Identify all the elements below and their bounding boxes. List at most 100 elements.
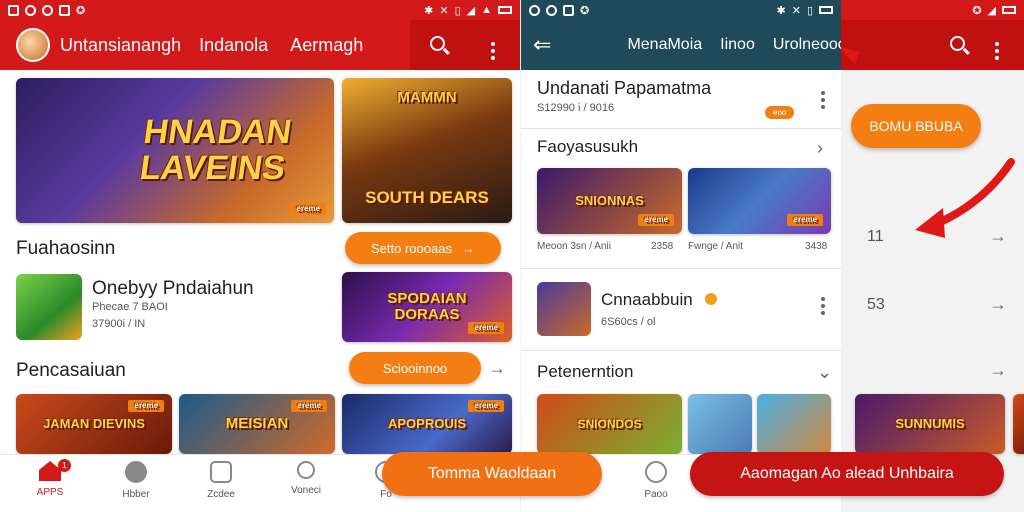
app-name: Onebyy Pndaiahun: [92, 278, 254, 299]
signal-icon: ▲: [481, 4, 492, 16]
search-icon[interactable]: [422, 35, 454, 56]
list-title: Undanati Papamatma: [537, 78, 712, 98]
secondary-action-button[interactable]: Aaomagan Ao alead Unhbaira: [690, 452, 1004, 496]
game-card-boys[interactable]: [688, 394, 752, 454]
chevron-right-icon[interactable]: →: [488, 358, 506, 379]
battery-icon: [1002, 6, 1016, 14]
row-value: 53: [867, 296, 885, 313]
game-card-tag: ereme: [468, 321, 504, 334]
app-bar: Untansianangh Indanola Aermagh: [0, 20, 520, 70]
game-card-snionnas[interactable]: SNIONNAS ereme: [537, 168, 682, 234]
game-card-title-top: MAMMN: [397, 89, 457, 106]
chevron-right-icon[interactable]: ›: [817, 138, 823, 159]
search-icon: [297, 461, 315, 479]
section-title-faoyasusukh: Faoyasusukh: [537, 137, 639, 156]
chat-icon: [125, 461, 147, 483]
game-card-title: SNIONNAS: [575, 193, 644, 209]
game-card-tag: ereme: [787, 213, 823, 226]
featured-game-tag: ereme: [290, 202, 326, 215]
game-card-jaman[interactable]: JAMAN DIEVINS ereme: [16, 394, 172, 454]
game-card-title: MEISIAN: [225, 415, 289, 433]
app-bar: ⇐ MenaMoia Iinoo Urolneooo: [521, 20, 841, 70]
chevron-down-icon[interactable]: ⌄: [817, 362, 832, 383]
nav-label: Hbber: [122, 489, 150, 500]
game-card-title: APOPROUIS: [387, 416, 466, 432]
app-icon: [8, 4, 19, 16]
app-list-item[interactable]: Onebyy Pndaiahun Phecae 7 BAOI 37900i / …: [16, 274, 336, 344]
game-card-meisian[interactable]: MEISIAN ereme: [179, 394, 335, 454]
more-options-icon[interactable]: [821, 288, 825, 315]
wifi-icon: ◢: [987, 4, 996, 17]
list-row-53[interactable]: 53 →: [841, 288, 1024, 322]
nav-item-zcdee[interactable]: Zcdee: [191, 461, 251, 500]
game-card-heroes[interactable]: ereme: [688, 168, 831, 234]
bonus-button[interactable]: BOMU BBUBA: [851, 104, 981, 148]
row-value: 11: [867, 228, 884, 245]
primary-action-button[interactable]: Tomma Waoldaan: [382, 452, 602, 496]
back-arrow-icon[interactable]: ⇐: [533, 32, 551, 58]
nav-label: Paoo: [644, 489, 668, 500]
game-card-villager[interactable]: [757, 394, 831, 454]
nav-label: Zcdee: [207, 489, 235, 500]
app-name: Cnnaabbuin: [601, 290, 693, 309]
nav-item-hbber[interactable]: Hbber: [106, 461, 166, 500]
nav-label: Voneci: [290, 485, 322, 496]
nav-item-apps[interactable]: 1 APPS: [20, 459, 80, 498]
user-icon: [645, 461, 667, 483]
app-list-item[interactable]: Cnnaabbuin 6S60cs / ol: [537, 282, 837, 338]
left-screen: ✪ ✱ ✕ ▯ ◢ ▲ Untansianangh Indanola Aerma…: [0, 0, 520, 512]
game-card-sniondos[interactable]: SNIONDOS: [537, 394, 682, 454]
featured-game-card[interactable]: HNADAN LAVEINS ereme: [16, 78, 334, 223]
chevron-right-icon: →: [989, 226, 1007, 246]
tab-iinoo[interactable]: Iinoo: [720, 36, 755, 54]
nav-item-paoo[interactable]: Paoo: [626, 461, 686, 500]
chevron-right-icon[interactable]: →: [989, 360, 1007, 381]
mute-icon: ✕: [439, 4, 449, 17]
avatar[interactable]: [16, 28, 50, 62]
game-card-title: SNIONDOS: [577, 416, 642, 431]
tab-menamoia[interactable]: MenaMoia: [627, 36, 702, 54]
gamepad-icon: ✪: [972, 4, 982, 17]
list-row-11[interactable]: 11 →: [841, 220, 1024, 254]
image-icon: [59, 4, 70, 16]
battery-icon: [819, 6, 833, 14]
tab-indanola[interactable]: Indanola: [199, 35, 268, 56]
more-options-icon[interactable]: [477, 30, 509, 60]
see-all-button[interactable]: Setto roooaas →: [345, 232, 501, 264]
game-card-apoprouis[interactable]: APOPROUIS ereme: [342, 394, 512, 454]
status-bar: ✪ ◢: [841, 0, 1024, 20]
game-card-sunnumis[interactable]: SUNNUMIS: [855, 394, 1005, 454]
game-card-count: 3438: [805, 241, 828, 252]
status-bar: ✪ ✱ ✕ ▯ ◢ ▲: [0, 0, 520, 20]
mute-icon: ✕: [791, 4, 801, 17]
red-arrow-pointer: [841, 47, 859, 64]
list-subtitle: S12990 i / 9016: [537, 102, 615, 114]
messenger-icon: [25, 4, 36, 16]
search-icon[interactable]: [941, 35, 973, 56]
app-meta: 37900i / IN: [92, 318, 146, 330]
game-card-tag: ereme: [128, 400, 164, 413]
gamepad-icon: ✪: [580, 4, 590, 17]
nav-item-voneci[interactable]: Voneci: [276, 461, 336, 496]
wifi-icon: ◢: [466, 4, 476, 17]
app-title: Untansianangh: [60, 34, 182, 55]
messenger-icon: [529, 4, 540, 16]
view-more-button[interactable]: Sciooinnoo: [349, 352, 481, 384]
middle-screen: ✪ ✱ ✕ ▯ ⇐ MenaMoia Iinoo Urolneooo Undan…: [521, 0, 841, 512]
divider: [521, 268, 841, 269]
tab-urolneooo[interactable]: Urolneooo: [773, 36, 841, 54]
tab-aermagh[interactable]: Aermagh: [290, 35, 363, 56]
edit-icon: [210, 461, 232, 483]
game-card-title: SUNNUMIS: [895, 416, 965, 432]
game-card-spodaian[interactable]: SPODAIAN DORAAS ereme: [342, 272, 512, 342]
game-card-extra[interactable]: [1013, 394, 1024, 454]
game-card-mammn[interactable]: MAMMN SOUTH DEARS: [342, 78, 512, 223]
circle-icon: [546, 4, 557, 16]
game-card-count: 2358: [651, 241, 674, 252]
bluetooth-icon: ✱: [424, 4, 434, 17]
more-options-icon[interactable]: [821, 82, 825, 109]
coin-icon: [705, 293, 717, 305]
app-thumbnail: [16, 274, 82, 340]
circle-icon: [42, 4, 53, 16]
more-options-icon[interactable]: [981, 30, 1013, 60]
